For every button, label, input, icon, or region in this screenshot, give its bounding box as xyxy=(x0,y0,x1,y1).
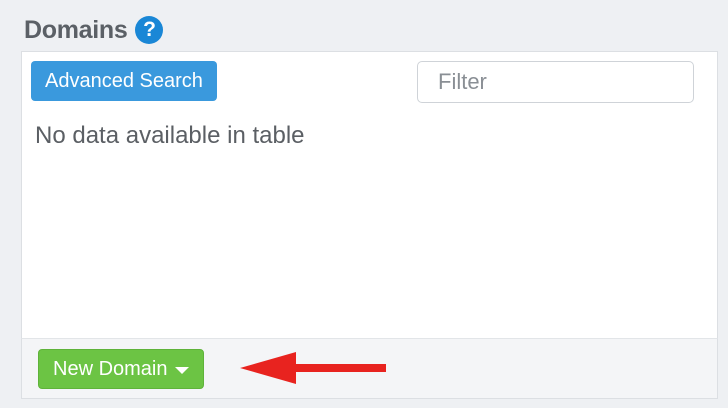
filter-input[interactable] xyxy=(417,61,694,103)
new-domain-label: New Domain xyxy=(53,357,168,380)
page-title: Domains xyxy=(24,15,128,44)
page-header: Domains ? xyxy=(24,14,164,46)
advanced-search-button[interactable]: Advanced Search xyxy=(31,61,217,101)
empty-table-message: No data available in table xyxy=(35,122,305,149)
annotation-arrow-icon xyxy=(240,352,386,384)
help-icon[interactable]: ? xyxy=(135,16,164,44)
new-domain-button[interactable]: New Domain xyxy=(38,349,205,389)
domains-table-panel: Advanced Search No data available in tab… xyxy=(21,51,718,338)
chevron-down-icon[interactable] xyxy=(175,366,190,374)
